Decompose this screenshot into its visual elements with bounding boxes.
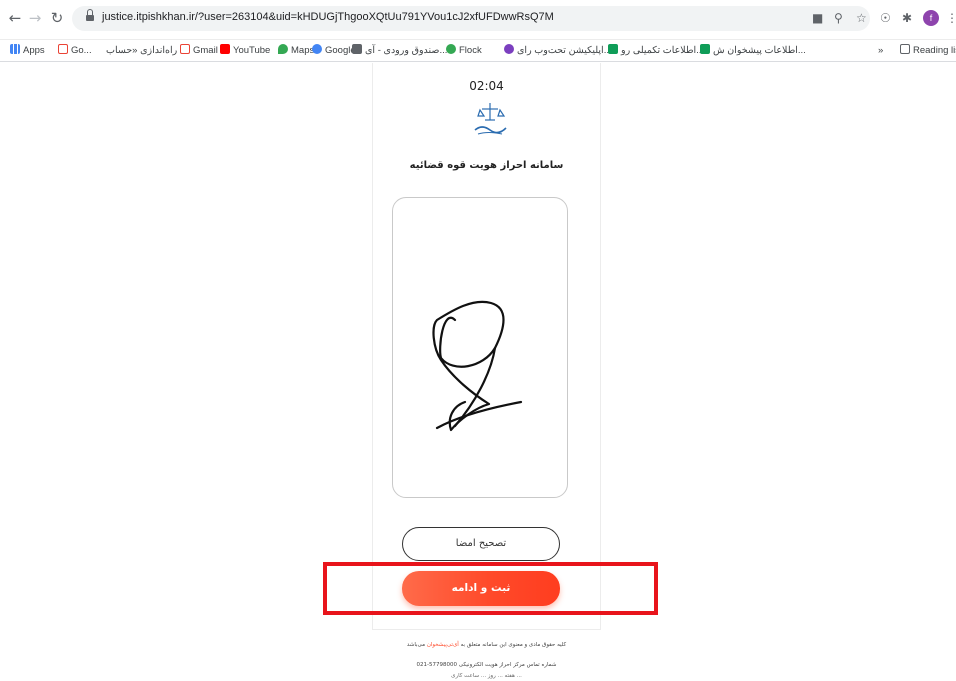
bookmark-item[interactable]: اطلاعات تکمیلی رو... xyxy=(608,44,704,58)
bookmark-item[interactable]: Google xyxy=(312,44,356,58)
sheet-icon xyxy=(608,44,618,54)
url-text[interactable]: justice.itpishkhan.ir/?user=263104&uid=k… xyxy=(102,11,554,23)
bookmark-item[interactable]: اپلیکیشن تحت‌وب رای... xyxy=(504,44,612,58)
bookmark-item[interactable]: Go... xyxy=(58,44,92,58)
highlight-box xyxy=(323,562,658,615)
zoom-icon[interactable]: ⚲ xyxy=(834,11,843,25)
youtube-icon xyxy=(220,44,230,54)
bookmark-item[interactable]: اطلاعات پیشخوان ش... xyxy=(700,44,806,58)
page-title: سامانه احراز هویت قوه قضائیه xyxy=(409,160,564,171)
forward-icon[interactable]: → xyxy=(26,9,44,27)
address-bar[interactable]: justice.itpishkhan.ir/?user=263104&uid=k… xyxy=(72,6,870,31)
gmail-icon xyxy=(180,44,190,54)
bookmark-item[interactable]: Maps xyxy=(278,44,314,58)
extension-globe-icon[interactable]: ☉ xyxy=(880,11,891,25)
bookmark-item[interactable]: صندوق ورودی - آی... xyxy=(352,44,447,58)
reading-list-icon xyxy=(900,44,910,54)
judiciary-logo xyxy=(474,103,507,135)
working-hours: هفته ... روز ... ساعت کاری ... xyxy=(451,673,522,679)
brand-link[interactable]: آی‌تی‌پیشخوان xyxy=(427,642,459,648)
sheet-icon xyxy=(700,44,710,54)
star-icon[interactable]: ☆ xyxy=(856,11,867,25)
bookmark-item[interactable]: Gmail xyxy=(180,44,218,58)
signature-pad[interactable] xyxy=(392,197,568,498)
contact-phone: 021-57798000 شماره تماس مرکز احراز هویت … xyxy=(416,662,557,668)
browser-toolbar: ← → ↻ justice.itpishkhan.ir/?user=263104… xyxy=(0,0,956,40)
bookmark-apps[interactable]: Apps xyxy=(10,44,45,58)
back-icon[interactable]: ← xyxy=(6,9,24,27)
profile-avatar[interactable]: f xyxy=(923,10,939,26)
reading-list[interactable]: Reading lis xyxy=(900,44,956,58)
app-icon xyxy=(504,44,514,54)
apps-grid-icon xyxy=(10,44,20,54)
flock-icon xyxy=(446,44,456,54)
gmail-icon xyxy=(58,44,68,54)
puzzle-icon[interactable]: ✱ xyxy=(902,11,912,25)
camera-icon[interactable]: ■ xyxy=(812,11,823,25)
bookmark-item[interactable]: Flock xyxy=(446,44,482,58)
signature-drawing xyxy=(432,300,523,432)
countdown-timer: 02:04 xyxy=(469,79,504,93)
maps-icon xyxy=(278,44,288,54)
copyright-text: کلیه حقوق مادی و معنوی این سامانه متعلق … xyxy=(406,642,567,648)
google-icon xyxy=(312,44,322,54)
bookmark-item[interactable]: راه‌اندازی «حساب ... xyxy=(106,44,188,58)
correct-signature-button[interactable]: تصحیح امضا xyxy=(402,527,560,561)
menu-icon[interactable]: ⋮ xyxy=(946,11,956,25)
mail-icon xyxy=(352,44,362,54)
reload-icon[interactable]: ↻ xyxy=(48,9,66,27)
bookmarks-bar: Apps Go... راه‌اندازی «حساب ... Gmail Yo… xyxy=(0,40,956,62)
bookmark-item[interactable]: YouTube xyxy=(220,44,270,58)
lock-icon[interactable] xyxy=(86,9,94,22)
bookmarks-overflow[interactable]: » xyxy=(878,44,883,58)
